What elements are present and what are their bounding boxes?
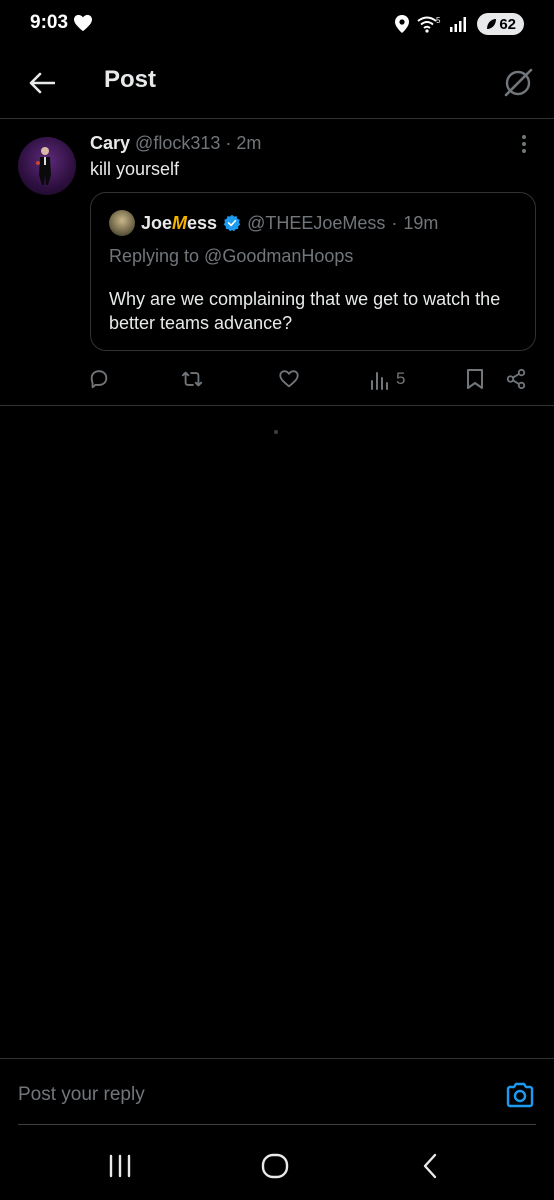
signal-icon [450, 17, 467, 32]
quoted-post-text: Why are we complaining that we get to wa… [109, 289, 501, 333]
home-button[interactable] [250, 1148, 300, 1184]
nav-back-button[interactable] [405, 1148, 455, 1184]
bookmark-button[interactable] [466, 366, 484, 392]
views-button[interactable]: 5 [370, 366, 405, 392]
battery-icon: 62 [477, 13, 524, 35]
quoted-author-line: JoeMess @THEEJoeMess · 19m [109, 210, 438, 236]
reply-icon [90, 370, 108, 389]
separator-dot: · [391, 212, 398, 233]
repost-icon [181, 371, 203, 387]
grok-button[interactable] [500, 62, 536, 102]
quoted-author-handle: @THEEJoeMess [247, 212, 386, 233]
like-icon [279, 370, 299, 388]
author-name[interactable]: Cary [90, 133, 130, 153]
author-handle[interactable]: @flock313 [135, 133, 220, 153]
camera-icon [506, 1082, 534, 1108]
post-text: kill yourself [90, 159, 180, 179]
location-icon [395, 15, 410, 33]
svg-text:5: 5 [436, 16, 441, 25]
post-author-line: Cary @flock313 · 2m [90, 133, 261, 154]
reply-composer: Post your reply [0, 1058, 554, 1125]
share-icon [506, 368, 526, 390]
back-button[interactable] [24, 65, 60, 101]
reply-button[interactable] [88, 366, 110, 392]
grok-icon [504, 68, 533, 97]
camera-button[interactable] [504, 1079, 536, 1111]
repost-button[interactable] [180, 366, 204, 392]
wifi-icon: 5 [417, 16, 441, 33]
quoted-post[interactable]: JoeMess @THEEJoeMess · 19m Replying to @… [90, 192, 536, 351]
system-navigation-bar [0, 1124, 554, 1200]
recent-apps-icon [109, 1154, 131, 1178]
top-app-bar: Post [0, 50, 554, 119]
post[interactable]: Cary @flock313 · 2m kill yourself JoeMes… [0, 119, 554, 406]
post-time: 2m [236, 133, 262, 153]
quoted-post-time: 19m [403, 212, 439, 233]
verified-icon [223, 214, 241, 232]
views-icon [371, 372, 388, 390]
home-icon [261, 1153, 289, 1179]
more-button[interactable] [514, 133, 534, 155]
status-time: 9:03 [30, 12, 69, 33]
recent-apps-button[interactable] [95, 1148, 145, 1184]
views-count: 5 [396, 369, 406, 388]
avatar-image [36, 147, 51, 185]
separator-dot: · [225, 133, 232, 153]
status-bar: 9:03 5 62 [0, 0, 554, 50]
loading-indicator [274, 430, 278, 434]
replying-to: Replying to @GoodmanHoops [109, 246, 354, 266]
quoted-avatar [109, 210, 135, 236]
page-title: Post [104, 66, 157, 93]
back-arrow-icon [29, 72, 55, 94]
bookmark-icon [467, 369, 483, 389]
like-button[interactable] [278, 366, 300, 392]
nav-back-icon [423, 1153, 437, 1179]
heart-icon [74, 14, 92, 32]
action-bar: 5 [0, 366, 554, 392]
status-indicators: 5 62 [395, 12, 524, 36]
avatar[interactable] [18, 137, 76, 195]
quoted-author-name: JoeMess [141, 212, 218, 233]
more-icon [522, 135, 526, 139]
share-button[interactable] [505, 366, 527, 392]
reply-input[interactable]: Post your reply [18, 1084, 145, 1106]
battery-level: 62 [499, 15, 516, 33]
